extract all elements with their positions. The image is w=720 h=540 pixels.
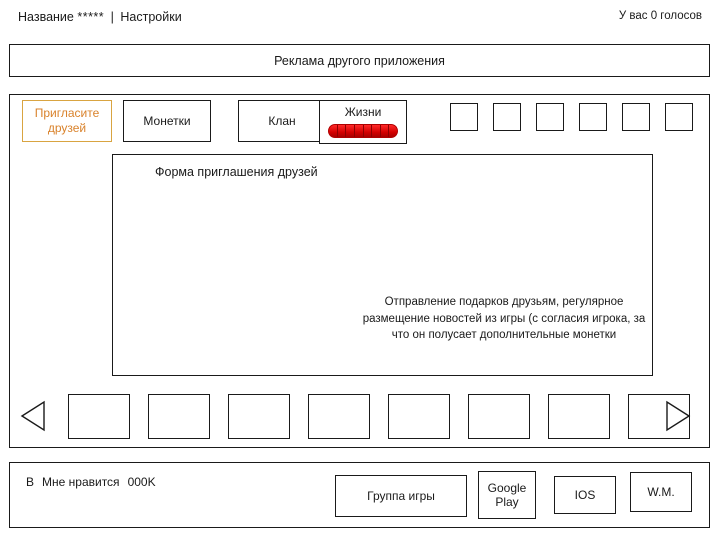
tab-clan[interactable]: Клан bbox=[238, 100, 326, 142]
lives-segment bbox=[337, 125, 347, 137]
lives-segment bbox=[389, 125, 397, 137]
google-play-button-label: Google Play bbox=[487, 480, 527, 509]
tab-slot-4[interactable] bbox=[579, 103, 607, 131]
vk-like-widget[interactable]: В Мне нравится 000K bbox=[26, 475, 156, 489]
lives-segment bbox=[363, 125, 373, 137]
tab-slot-2[interactable] bbox=[493, 103, 521, 131]
game-group-button-label: Группа игры bbox=[367, 488, 435, 503]
app-rating-stars: ***** bbox=[77, 10, 105, 24]
top-bar: Название ***** | Настройки У вас 0 голос… bbox=[0, 8, 720, 34]
lives-segment bbox=[380, 125, 390, 137]
lives-segment bbox=[329, 125, 338, 137]
wm-button-label: W.M. bbox=[647, 484, 675, 499]
lives-segment bbox=[354, 125, 364, 137]
app-title-group: Название ***** | Настройки bbox=[18, 10, 182, 24]
carousel-item-7[interactable] bbox=[548, 394, 610, 439]
ad-banner-text: Реклама другого приложения bbox=[274, 53, 445, 68]
tab-invite-friends[interactable]: Пригласите друзей bbox=[22, 100, 112, 142]
carousel-item-3[interactable] bbox=[228, 394, 290, 439]
google-play-button[interactable]: Google Play bbox=[478, 471, 536, 519]
content-frame: Пригласите друзей Монетки Клан Жизни Фор… bbox=[9, 94, 710, 448]
wm-button[interactable]: W.M. bbox=[630, 472, 692, 512]
tab-slot-3[interactable] bbox=[536, 103, 564, 131]
bottom-bar: В Мне нравится 000K Группа игры Google P… bbox=[9, 462, 710, 528]
ios-button[interactable]: IOS bbox=[554, 476, 616, 514]
tab-slot-5[interactable] bbox=[622, 103, 650, 131]
tab-slot-6[interactable] bbox=[665, 103, 693, 131]
lives-segment bbox=[372, 125, 381, 137]
carousel-item-1[interactable] bbox=[68, 394, 130, 439]
invite-form-title: Форма приглашения друзей bbox=[155, 165, 318, 179]
like-label: Мне нравится bbox=[42, 475, 120, 489]
settings-link[interactable]: Настройки bbox=[120, 10, 181, 24]
tab-invite-friends-label: Пригласите друзей bbox=[34, 106, 100, 135]
tab-coins[interactable]: Монетки bbox=[123, 100, 211, 142]
tab-coins-label: Монетки bbox=[143, 113, 191, 128]
ad-banner[interactable]: Реклама другого приложения bbox=[9, 44, 710, 77]
carousel-item-2[interactable] bbox=[148, 394, 210, 439]
item-carousel bbox=[10, 390, 709, 446]
carousel-item-4[interactable] bbox=[308, 394, 370, 439]
title-separator: | bbox=[110, 10, 114, 24]
app-screen: Название ***** | Настройки У вас 0 голос… bbox=[0, 0, 720, 540]
tab-lives[interactable]: Жизни bbox=[319, 100, 407, 144]
carousel-item-6[interactable] bbox=[468, 394, 530, 439]
tab-slot-1[interactable] bbox=[450, 103, 478, 131]
invite-form-description: Отправление подарков друзьям, регулярное… bbox=[362, 296, 646, 342]
lives-progress-bar bbox=[328, 124, 398, 138]
ios-button-label: IOS bbox=[574, 487, 596, 502]
carousel-item-5[interactable] bbox=[388, 394, 450, 439]
invite-form-panel: Форма приглашения друзей Отправление под… bbox=[112, 154, 653, 376]
like-count: 000K bbox=[127, 475, 156, 489]
app-title: Название bbox=[18, 10, 74, 24]
vk-icon: В bbox=[26, 475, 35, 489]
lives-segment bbox=[346, 125, 355, 137]
tab-lives-label: Жизни bbox=[344, 105, 382, 119]
game-group-button[interactable]: Группа игры bbox=[335, 475, 467, 517]
votes-counter: У вас 0 голосов bbox=[618, 10, 702, 22]
tab-clan-label: Клан bbox=[268, 113, 296, 128]
